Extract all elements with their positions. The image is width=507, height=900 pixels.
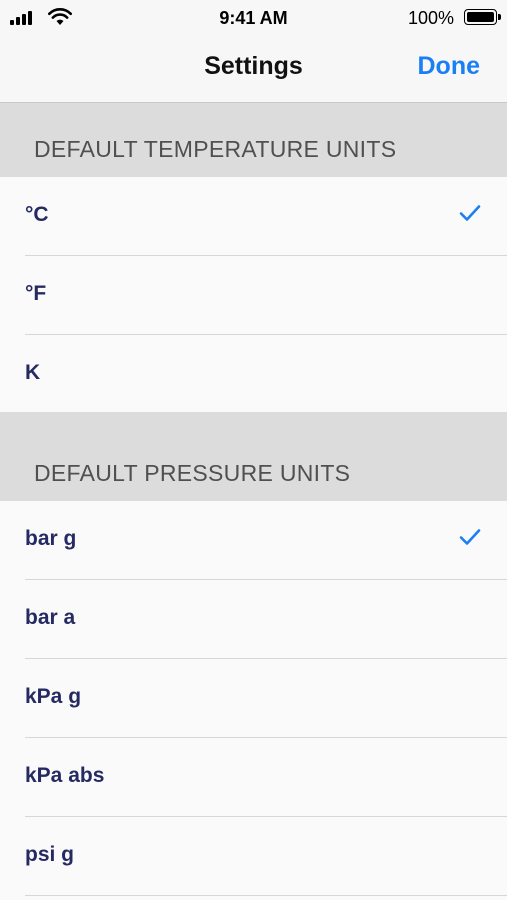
option-label: °F	[25, 282, 47, 305]
checkmark-icon	[459, 205, 481, 221]
pressure-option-psi-g[interactable]: psi g	[0, 817, 507, 900]
checkmark-icon	[459, 529, 481, 545]
pressure-option-bar-g[interactable]: bar g	[0, 501, 507, 580]
section-header-pressure: DEFAULT PRESSURE UNITS	[0, 412, 507, 501]
pressure-option-kpa-g[interactable]: kPa g	[0, 659, 507, 738]
option-label: °C	[25, 203, 49, 226]
option-label: kPa abs	[25, 764, 105, 787]
pressure-option-bar-a[interactable]: bar a	[0, 580, 507, 659]
done-button[interactable]: Done	[418, 52, 481, 81]
pressure-option-kpa-abs[interactable]: kPa abs	[0, 738, 507, 817]
battery-percent: 100%	[407, 8, 454, 28]
option-label: psi g	[25, 843, 75, 866]
section-header-temperature: DEFAULT TEMPERATURE UNITS	[0, 103, 507, 177]
temperature-option-fahrenheit[interactable]: °F	[0, 256, 507, 335]
temperature-option-celsius[interactable]: °C	[0, 177, 507, 256]
row-separator	[25, 895, 507, 896]
temperature-option-kelvin[interactable]: K	[0, 335, 507, 412]
section-header-label: DEFAULT PRESSURE UNITS	[34, 460, 351, 486]
option-label: bar a	[25, 606, 76, 629]
status-bar: 9:41 AM 100%	[0, 0, 507, 36]
option-label: K	[25, 361, 41, 384]
option-label: kPa g	[25, 685, 82, 708]
section-header-label: DEFAULT TEMPERATURE UNITS	[34, 136, 397, 162]
navigation-bar: Settings Done	[0, 36, 507, 103]
option-label: bar g	[25, 527, 77, 550]
battery-full-icon	[464, 9, 501, 25]
